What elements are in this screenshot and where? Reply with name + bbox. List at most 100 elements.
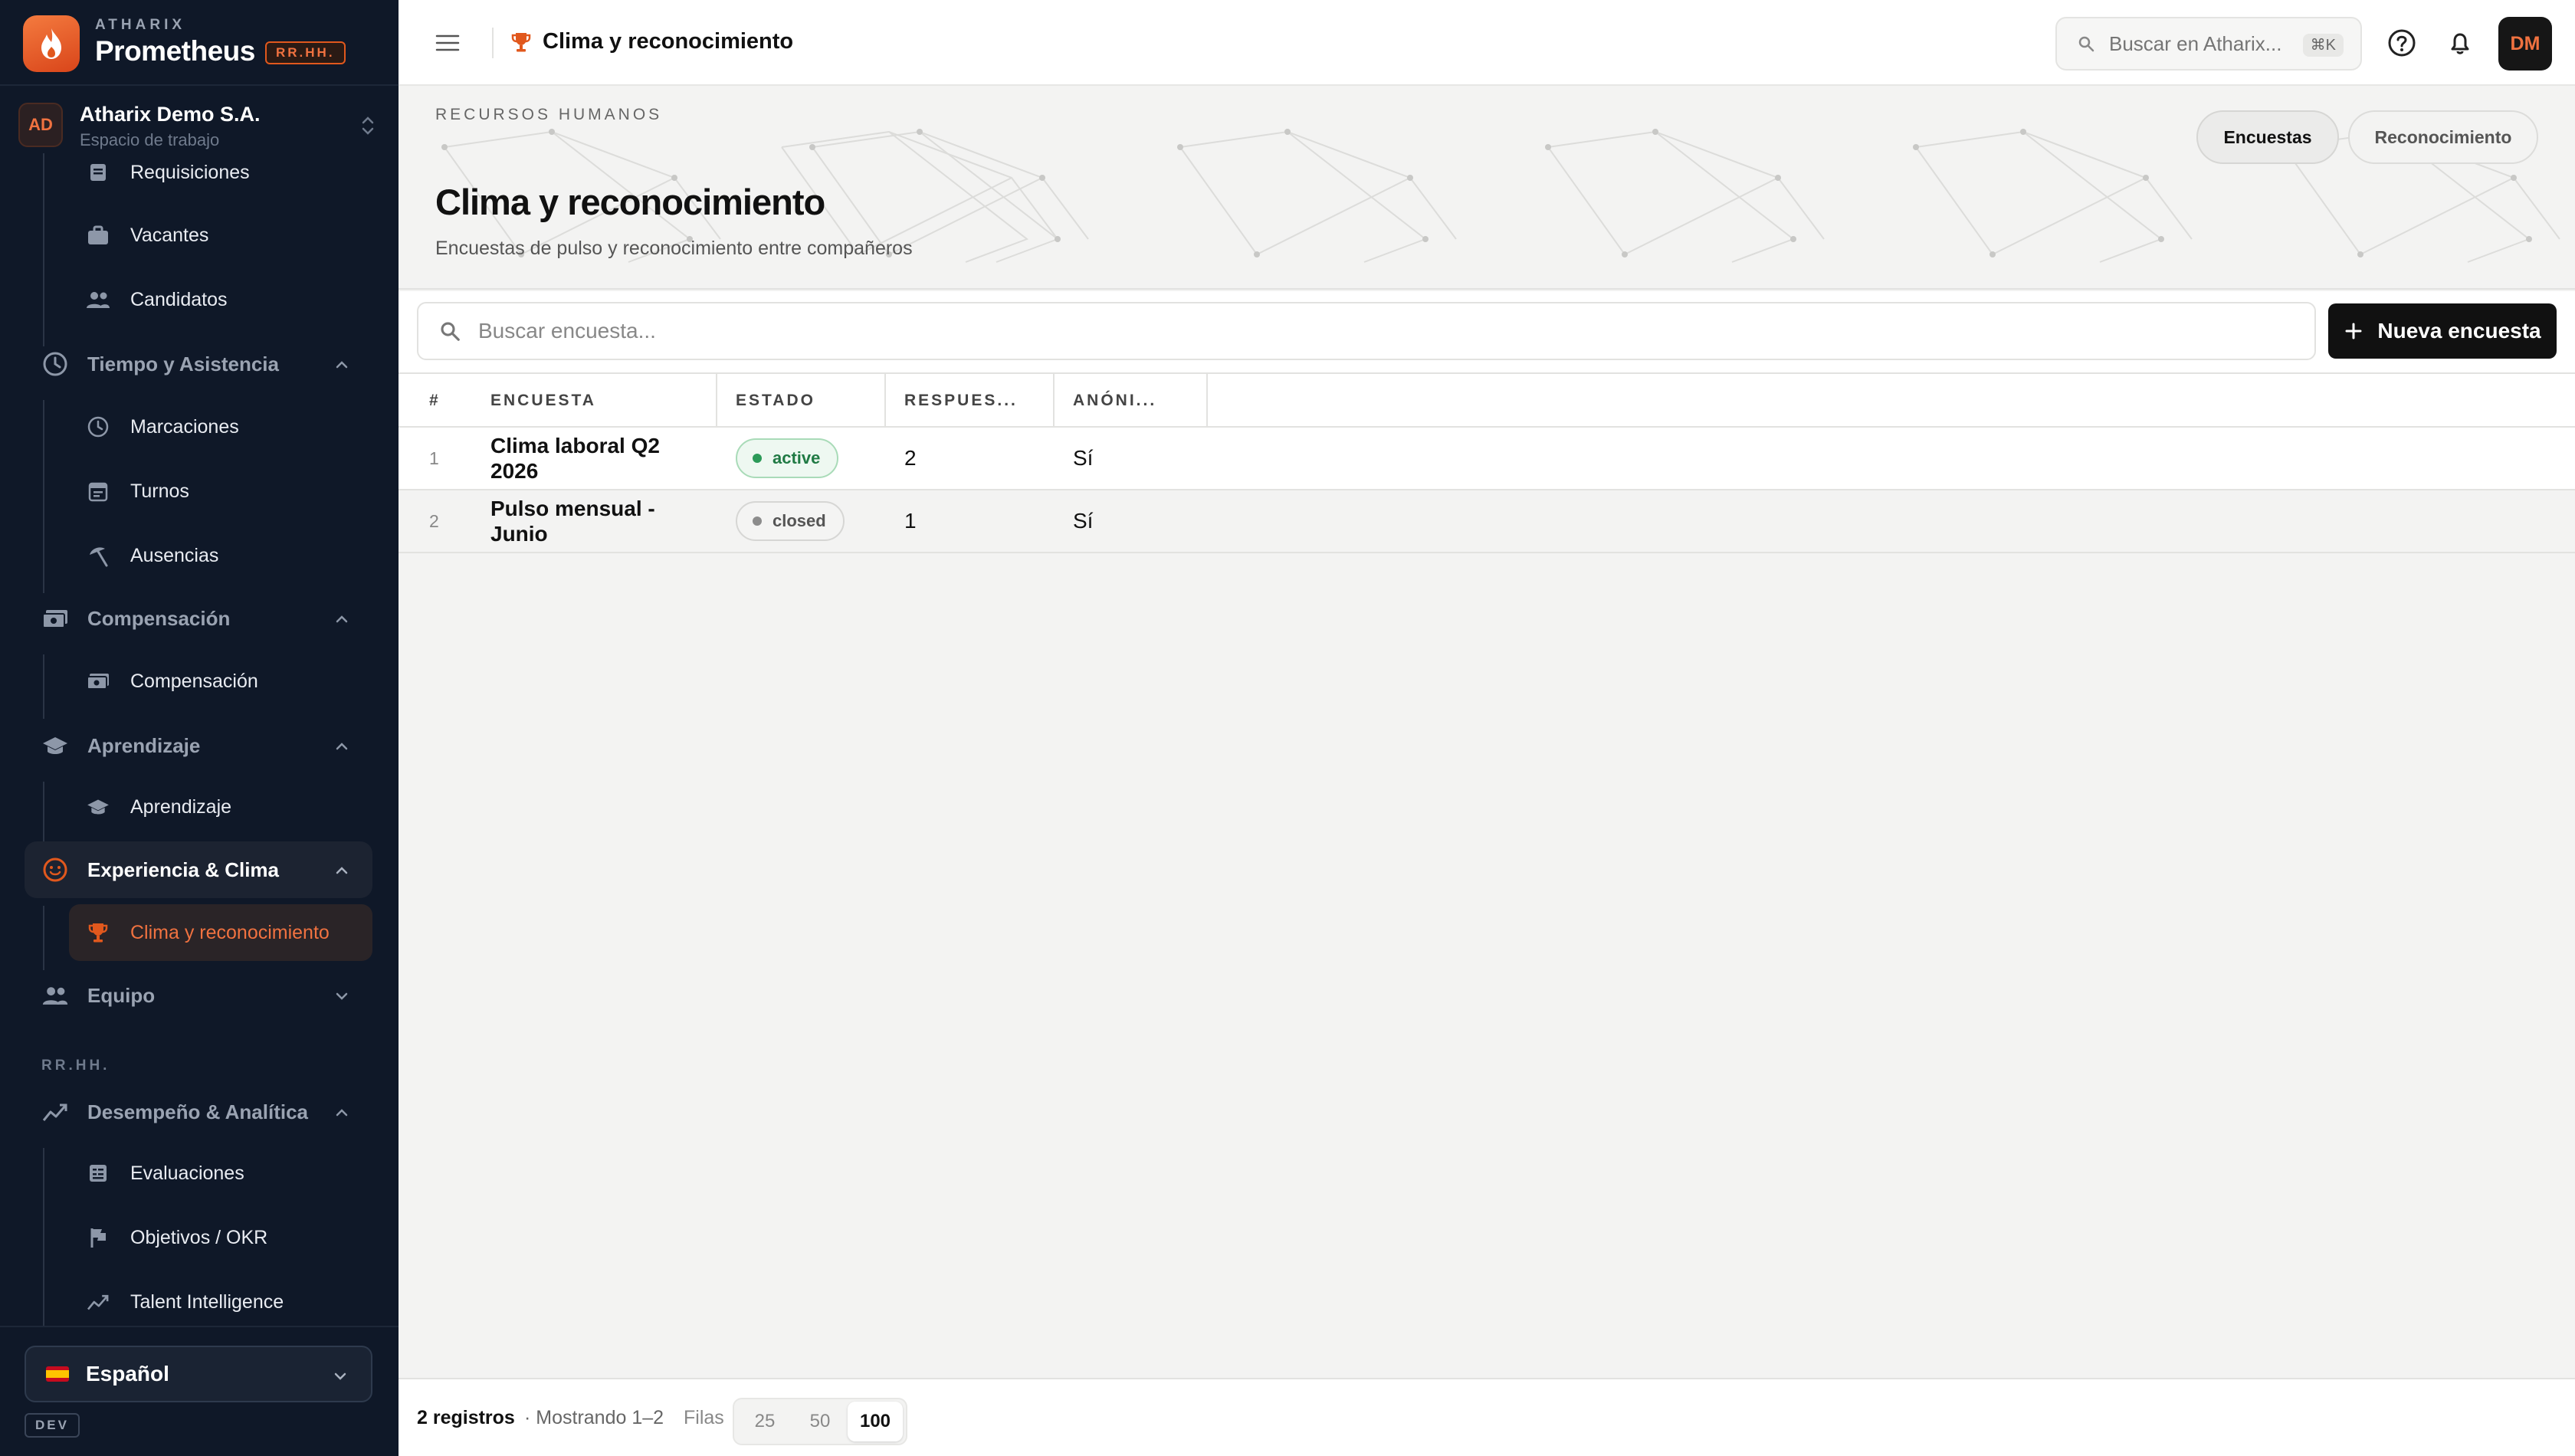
sidebar-item-label: Candidatos [130, 288, 228, 310]
page-title: Clima y reconocimiento [435, 182, 825, 222]
breadcrumb: Clima y reconocimiento [543, 29, 794, 54]
brand-header: ATHARIX Prometheus RR.HH. [0, 0, 399, 86]
nav-group-label: Experiencia & Clima [87, 858, 279, 881]
table-footer: 2 registros · Mostrando 1–2 Filas 25 50 … [399, 1378, 2575, 1456]
row-number: 2 [429, 510, 439, 531]
nav-group-desempeno-analitica[interactable]: Desempeño & Analítica [25, 1084, 372, 1140]
brand-product-name: Prometheus [95, 35, 255, 67]
assessment-icon [84, 1159, 112, 1187]
search-icon [441, 322, 460, 341]
page-size-option-25[interactable]: 25 [737, 1402, 792, 1441]
column-resize-handle[interactable] [716, 374, 717, 428]
surveys-table: # ENCUESTA ESTADO RESPUES... ANÓNI... 1 … [399, 372, 2575, 553]
graduation-cap-icon [40, 730, 71, 761]
sidebar-item-requisiciones[interactable]: Requisiciones [69, 153, 372, 201]
menu-toggle-button[interactable] [431, 26, 464, 60]
survey-title: Clima laboral Q2 2026 [490, 434, 660, 483]
nav-group-label: Desempeño & Analítica [87, 1100, 309, 1123]
spain-flag-icon [46, 1366, 69, 1382]
flame-logo-icon [23, 15, 80, 72]
people-icon [40, 980, 71, 1011]
tab-reconocimiento[interactable]: Reconocimiento [2348, 110, 2538, 164]
record-count: 2 registros [417, 1407, 515, 1428]
sidebar-item-compensacion[interactable]: Compensación [69, 653, 372, 710]
nav-group-label: Equipo [87, 983, 156, 1007]
nav-section-label: RR.HH. [41, 1058, 110, 1074]
survey-search-input[interactable] [478, 319, 2241, 343]
nav-group-equipo[interactable]: Equipo [25, 967, 372, 1024]
graduation-cap-icon [84, 793, 112, 821]
sidebar-item-label: Turnos [130, 480, 189, 502]
global-search[interactable]: ⌘K [2055, 17, 2362, 71]
showing-range: · Mostrando 1–2 [524, 1407, 664, 1428]
sidebar-item-clima-reconocimiento[interactable]: Clima y reconocimiento [69, 904, 372, 961]
nav-tree-line [43, 1148, 44, 1326]
rows-label: Filas [684, 1407, 724, 1428]
status-label: closed [772, 511, 826, 530]
responses-count: 1 [904, 509, 917, 533]
briefcase-icon [84, 221, 112, 249]
sidebar-item-ausencias[interactable]: Ausencias [69, 527, 372, 584]
nav-tree-line [43, 906, 44, 970]
sidebar-item-label: Talent Intelligence [130, 1290, 284, 1313]
sidebar-item-candidatos[interactable]: Candidatos [69, 271, 372, 328]
trending-up-icon [84, 1288, 112, 1316]
nav-group-experiencia-clima[interactable]: Experiencia & Clima [25, 841, 372, 898]
column-header-anonima[interactable]: ANÓNI... [1073, 374, 1156, 428]
column-header-respuestas[interactable]: RESPUES... [904, 374, 1018, 428]
global-search-input[interactable] [2109, 31, 2301, 56]
search-icon [2078, 36, 2094, 52]
help-button[interactable] [2385, 26, 2419, 60]
page-size-option-50[interactable]: 50 [792, 1402, 848, 1441]
clock-icon [84, 413, 112, 441]
sidebar-item-label: Ausencias [130, 544, 219, 566]
new-survey-button[interactable]: Nueva encuesta [2328, 303, 2557, 359]
sidebar-item-objetivos-okr[interactable]: Objetivos / OKR [69, 1209, 372, 1266]
money-icon [84, 667, 112, 695]
sidebar-item-marcaciones[interactable]: Marcaciones [69, 398, 372, 455]
nav-group-aprendizaje[interactable]: Aprendizaje [25, 717, 372, 774]
table-header: # ENCUESTA ESTADO RESPUES... ANÓNI... [399, 372, 2575, 428]
nav-group-compensacion[interactable]: Compensación [25, 590, 372, 647]
table-row[interactable]: 1 Clima laboral Q2 2026 active 2 Sí [399, 428, 2575, 490]
table-row[interactable]: 2 Pulso mensual - Junio closed 1 Sí [399, 490, 2575, 553]
language-label: Español [86, 1362, 169, 1385]
status-cell: active [736, 428, 839, 489]
column-header-estado[interactable]: ESTADO [736, 374, 815, 428]
chevron-up-icon [336, 615, 348, 623]
org-avatar: AD [18, 103, 63, 147]
nav-group-tiempo-asistencia[interactable]: Tiempo y Asistencia [25, 336, 372, 392]
trophy-icon [84, 919, 112, 946]
nav-tree-line [43, 153, 44, 346]
sidebar-item-talent-intelligence[interactable]: Talent Intelligence [69, 1274, 372, 1326]
column-header-number[interactable]: # [429, 374, 441, 428]
org-switcher[interactable]: AD Atharix Demo S.A. Espacio de trabajo [0, 86, 399, 164]
smiley-icon [40, 854, 71, 885]
help-circle-icon [2388, 29, 2416, 57]
beach-umbrella-icon [84, 542, 112, 569]
sidebar-item-vacantes[interactable]: Vacantes [69, 207, 372, 264]
document-icon [84, 159, 112, 186]
sidebar-item-label: Marcaciones [130, 415, 239, 438]
user-avatar[interactable]: DM [2498, 17, 2552, 71]
people-icon [84, 286, 112, 313]
sidebar-item-turnos[interactable]: Turnos [69, 463, 372, 520]
column-resize-handle[interactable] [1053, 374, 1055, 428]
anonymous-value: Sí [1073, 446, 1094, 470]
list-toolbar: Nueva encuesta [399, 291, 2575, 372]
column-header-encuesta[interactable]: ENCUESTA [490, 374, 596, 428]
notifications-button[interactable] [2443, 26, 2477, 60]
column-resize-handle[interactable] [884, 374, 886, 428]
tab-encuestas[interactable]: Encuestas [2196, 110, 2339, 164]
sidebar: ATHARIX Prometheus RR.HH. AD Atharix Dem… [0, 0, 399, 1456]
page-size-option-100[interactable]: 100 [848, 1402, 903, 1441]
nav-tree-line [43, 654, 44, 719]
column-resize-handle[interactable] [1206, 374, 1208, 428]
org-subtitle: Espacio de trabajo [80, 130, 220, 149]
survey-search[interactable] [417, 302, 2316, 360]
hamburger-menu-icon [435, 34, 460, 51]
sidebar-item-evaluaciones[interactable]: Evaluaciones [69, 1145, 372, 1202]
sidebar-item-aprendizaje[interactable]: Aprendizaje [69, 779, 372, 835]
language-select[interactable]: Español [25, 1346, 372, 1402]
shortcut-hint: ⌘K [2302, 34, 2344, 57]
